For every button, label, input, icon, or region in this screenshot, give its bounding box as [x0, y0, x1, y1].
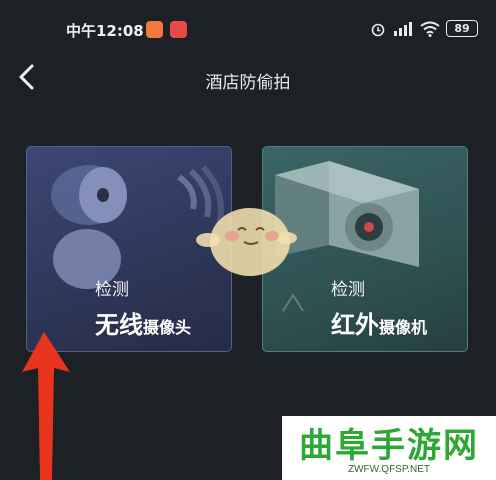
status-time: 中午12:08 [66, 22, 144, 40]
mascot-watermark-icon [196, 208, 297, 276]
signal-icon [394, 21, 412, 36]
wifi-icon [420, 21, 440, 37]
status-icons: 89 [370, 20, 478, 37]
watermark-url: ZWFW.QFSP.NET [347, 464, 431, 475]
card-title: 红外摄像机 [331, 305, 427, 340]
nav-bar: 酒店防偷拍 [0, 56, 496, 100]
alarm-icon [371, 23, 385, 36]
site-watermark: 曲阜手游网 ZWFW.QFSP.NET [282, 416, 496, 480]
app-notification-icon [146, 21, 163, 38]
page-title: 酒店防偷拍 [205, 73, 291, 93]
card-title-suffix: 摄像头 [143, 318, 192, 337]
card-detect-label: 检测 [95, 280, 129, 300]
red-arrow-icon [22, 332, 70, 480]
card-title-suffix: 摄像机 [379, 318, 428, 337]
status-bar: 中午12:08 89 [0, 0, 496, 44]
watermark-title: 曲阜手游网 [299, 426, 479, 466]
card-detect-label: 检测 [331, 280, 365, 300]
app-notification-icon [170, 21, 187, 38]
card-title-main: 红外 [331, 311, 379, 339]
battery-icon: 89 [446, 20, 478, 37]
card-title-main: 无线 [95, 311, 143, 339]
card-title: 无线摄像头 [95, 305, 191, 340]
